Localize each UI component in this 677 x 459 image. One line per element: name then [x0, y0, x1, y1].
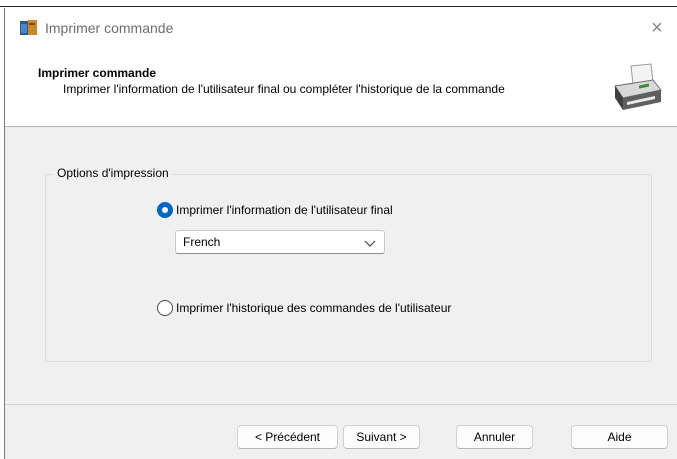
- print-order-dialog: Imprimer commande × Imprimer commande Im…: [4, 8, 677, 459]
- print-options-legend: Options d'impression: [53, 166, 173, 180]
- cancel-button[interactable]: Annuler: [456, 425, 533, 449]
- header-subtitle: Imprimer l'information de l'utilisateur …: [63, 82, 505, 96]
- wizard-header: Imprimer commande Imprimer l'information…: [5, 48, 677, 127]
- title-bar[interactable]: Imprimer commande ×: [5, 8, 677, 48]
- app-icon: [20, 20, 37, 35]
- background-window-edge: [0, 0, 677, 7]
- footer-divider: [5, 404, 677, 405]
- close-icon: ×: [651, 16, 663, 39]
- header-title: Imprimer commande: [38, 66, 157, 80]
- radio-order-history[interactable]: Imprimer l'historique des commandes de l…: [157, 300, 451, 316]
- language-select-value: French: [183, 235, 221, 249]
- previous-button[interactable]: < Précédent: [237, 425, 338, 449]
- radio-unchecked-icon[interactable]: [157, 300, 173, 316]
- next-button[interactable]: Suivant >: [343, 425, 420, 449]
- help-button[interactable]: Aide: [571, 425, 668, 449]
- radio-end-user-info[interactable]: Imprimer l'information de l'utilisateur …: [157, 202, 393, 218]
- radio-checked-icon[interactable]: [157, 202, 173, 218]
- language-select[interactable]: French: [175, 230, 385, 254]
- printer-icon: [614, 63, 662, 110]
- window-title: Imprimer commande: [45, 20, 174, 36]
- radio-order-history-label[interactable]: Imprimer l'historique des commandes de l…: [176, 301, 451, 315]
- radio-end-user-info-label[interactable]: Imprimer l'information de l'utilisateur …: [176, 203, 393, 217]
- chevron-down-icon: [364, 240, 376, 247]
- close-button[interactable]: ×: [642, 14, 672, 42]
